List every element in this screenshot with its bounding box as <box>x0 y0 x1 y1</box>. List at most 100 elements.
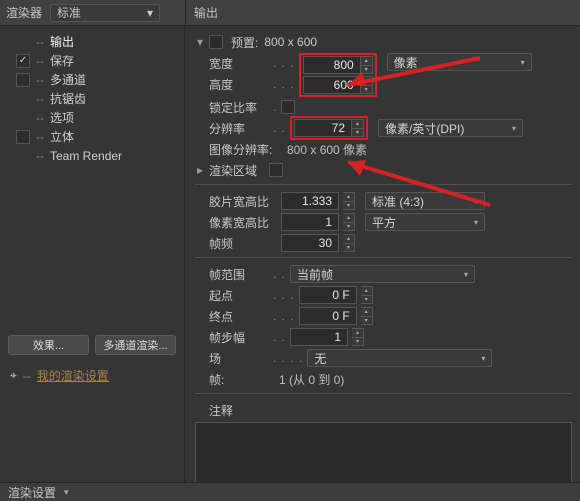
tree-item-stereo[interactable]: -- 立体 <box>14 127 180 146</box>
my-settings-label: 我的渲染设置 <box>37 367 109 384</box>
collapse-icon[interactable]: ▾ <box>195 35 205 49</box>
film-spinner[interactable]: ▴▾ <box>343 192 355 210</box>
fps-input[interactable]: 30 <box>281 234 339 252</box>
from-input[interactable]: 0 F <box>299 286 357 304</box>
height-label: 高度 <box>209 76 269 93</box>
render-region-row: ▸ 渲染区域 <box>195 160 572 180</box>
left-button-row: 效果... 多通道渲染... <box>4 335 180 355</box>
unit-select[interactable]: 像素▾ <box>387 53 532 71</box>
imgres-label: 图像分辨率: <box>209 141 277 158</box>
frames-value: 1 (从 0 到 0) <box>273 371 344 388</box>
tree-label: Team Render <box>50 149 122 163</box>
fps-row: 帧频 30 ▴▾ <box>195 233 572 253</box>
tree-item-antialias[interactable]: -- 抗锯齿 <box>14 89 180 108</box>
chevron-down-icon: ▾ <box>521 58 525 67</box>
width-input[interactable]: 800 <box>303 56 361 74</box>
tree-prefix: -- <box>36 149 44 163</box>
to-row: 终点 . . . 0 F ▴▾ <box>195 306 572 326</box>
tree-item-output[interactable]: -- 输出 <box>14 32 180 51</box>
to-spinner[interactable]: ▴▾ <box>361 307 373 325</box>
pixel-aspect-unit-select[interactable]: 平方▾ <box>365 213 485 231</box>
chevron-down-icon: ▾ <box>464 270 468 279</box>
tree-prefix: -- <box>36 35 44 49</box>
effects-button[interactable]: 效果... <box>8 335 89 355</box>
range-row: 帧范围 . . 当前帧▾ <box>195 264 572 284</box>
chevron-down-icon: ▾ <box>512 124 516 133</box>
tree-checkbox[interactable] <box>16 54 30 68</box>
tree-checkbox[interactable] <box>16 73 30 87</box>
pixel-aspect-label: 像素宽高比 <box>209 214 277 231</box>
from-spinner[interactable]: ▴▾ <box>361 286 373 304</box>
chevron-down-icon: ▾ <box>147 6 153 20</box>
preset-label: 预置: <box>231 34 258 51</box>
collapse-icon[interactable]: ▸ <box>195 163 205 177</box>
lock-row: 锁定比率 . <box>195 97 572 117</box>
tree-prefix: -- <box>36 130 44 144</box>
step-row: 帧步幅 . . 1 ▴▾ <box>195 327 572 347</box>
tree-item-options[interactable]: -- 选项 <box>14 108 180 127</box>
wh-highlight: 800 ▴▾ 600 ▴▾ <box>299 53 377 97</box>
fps-spinner[interactable]: ▴▾ <box>343 234 355 252</box>
notes-textarea[interactable] <box>195 422 572 482</box>
tree-prefix: -- <box>36 92 44 106</box>
multipass-button[interactable]: 多通道渲染... <box>95 335 176 355</box>
tree-prefix: -- <box>36 73 44 87</box>
chevron-down-icon[interactable]: ▾ <box>64 487 69 498</box>
right-panel: ▾ 预置: 800 x 600 宽度 . . . 高度 . . . <box>185 26 580 482</box>
tree-item-teamrender[interactable]: -- Team Render <box>14 146 180 165</box>
film-unit-select[interactable]: 标准 (4:3)▾ <box>365 192 485 210</box>
section-title: 输出 <box>186 4 218 21</box>
title-bar: 渲染器 标准 ▾ 输出 <box>0 0 580 26</box>
tree-prefix: -- <box>36 54 44 68</box>
step-label: 帧步幅 <box>209 329 269 346</box>
height-spinner[interactable]: ▴▾ <box>361 76 373 94</box>
range-select[interactable]: 当前帧▾ <box>290 265 475 283</box>
tree-prefix: -- <box>36 111 44 125</box>
pixel-aspect-input[interactable]: 1 <box>281 213 339 231</box>
tree-checkbox[interactable] <box>16 130 30 144</box>
step-input[interactable]: 1 <box>290 328 348 346</box>
notes-row: 注释 <box>195 400 572 420</box>
main-area: -- 输出 -- 保存 -- 多通道 -- 抗锯齿 -- 选项 <box>0 26 580 482</box>
tree-label: 抗锯齿 <box>50 90 86 107</box>
tree-label: 立体 <box>50 128 74 145</box>
height-input[interactable]: 600 <box>303 76 361 94</box>
category-tree: -- 输出 -- 保存 -- 多通道 -- 抗锯齿 -- 选项 <box>4 32 180 165</box>
imgres-value: 800 x 600 像素 <box>281 141 367 158</box>
divider <box>195 257 572 258</box>
res-spinner[interactable]: ▴▾ <box>352 119 364 137</box>
field-label: 场 <box>209 350 269 367</box>
imgres-row: 图像分辨率: 800 x 600 像素 <box>195 139 572 159</box>
renderer-dropdown[interactable]: 标准 ▾ <box>50 4 160 22</box>
res-unit-select[interactable]: 像素/英寸(DPI)▾ <box>378 119 523 137</box>
field-select[interactable]: 无▾ <box>307 349 492 367</box>
width-label: 宽度 <box>209 55 269 72</box>
renderer-control: 渲染器 标准 ▾ <box>0 4 185 22</box>
render-region-check[interactable] <box>269 163 283 177</box>
left-panel: -- 输出 -- 保存 -- 多通道 -- 抗锯齿 -- 选项 <box>0 26 185 482</box>
to-label: 终点 <box>209 308 269 325</box>
lock-checkbox[interactable] <box>281 100 295 114</box>
tree-item-save[interactable]: -- 保存 <box>14 51 180 70</box>
frames-row: 帧: 1 (从 0 到 0) <box>195 369 572 389</box>
film-input[interactable]: 1.333 <box>281 192 339 210</box>
width-spinner[interactable]: ▴▾ <box>361 56 373 74</box>
preset-check[interactable] <box>209 35 223 49</box>
my-settings-row[interactable]: ⌖ -- 我的渲染设置 <box>4 363 180 388</box>
divider <box>195 184 572 185</box>
prefix: -- <box>23 369 31 383</box>
res-input[interactable]: 72 <box>294 119 352 137</box>
to-input[interactable]: 0 F <box>299 307 357 325</box>
tree-item-multipass[interactable]: -- 多通道 <box>14 70 180 89</box>
width-row: 宽度 . . . <box>195 53 295 73</box>
chevron-down-icon: ▾ <box>474 197 478 206</box>
field-row: 场 . . . . 无▾ <box>195 348 572 368</box>
status-bar: 渲染设置 ▾ <box>0 482 580 501</box>
tree-label: 保存 <box>50 52 74 69</box>
step-spinner[interactable]: ▴▾ <box>352 328 364 346</box>
pixel-aspect-spinner[interactable]: ▴▾ <box>343 213 355 231</box>
film-label: 胶片宽高比 <box>209 193 277 210</box>
preset-value: 800 x 600 <box>264 35 317 49</box>
render-region-label: 渲染区域 <box>209 162 265 179</box>
preset-row: ▾ 预置: 800 x 600 <box>195 32 572 52</box>
